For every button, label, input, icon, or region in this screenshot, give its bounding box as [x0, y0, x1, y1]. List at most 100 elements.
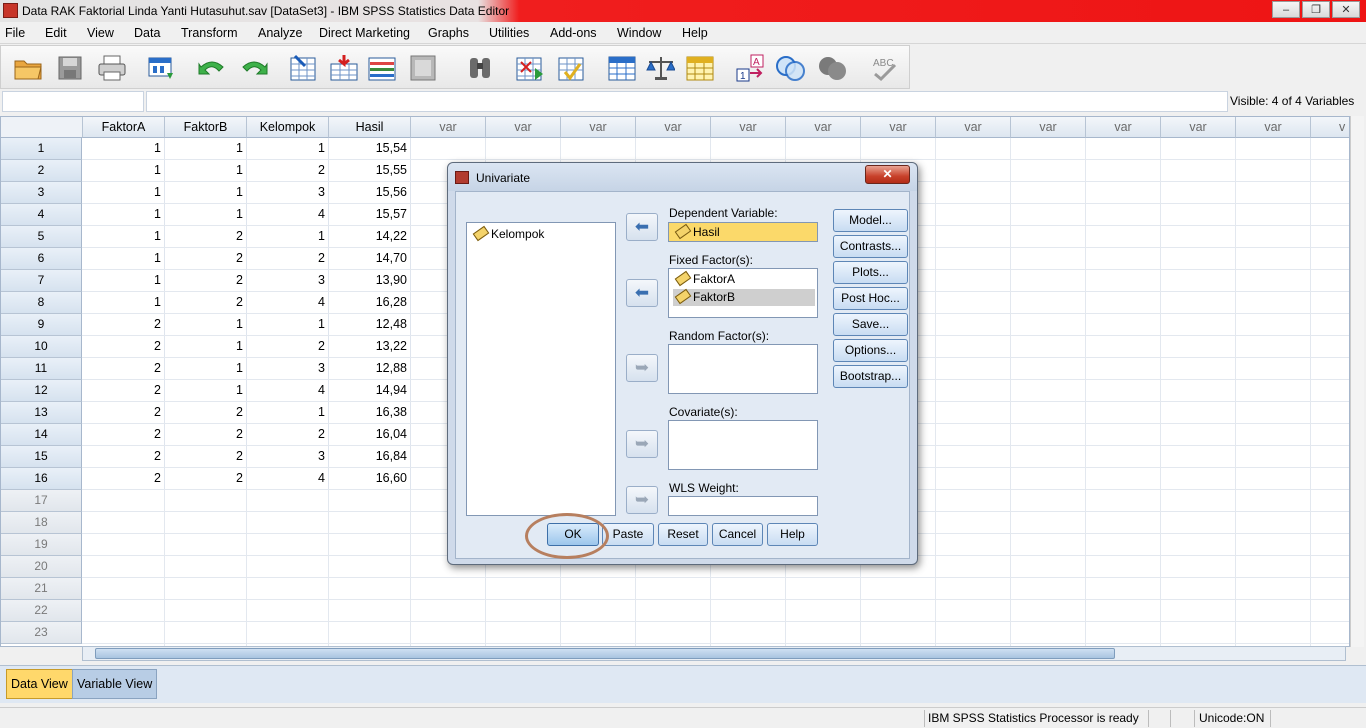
column-header-var[interactable]: var	[711, 117, 786, 138]
column-header-var[interactable]: var	[486, 117, 561, 138]
model-button[interactable]: Model...	[833, 209, 908, 232]
table-cell[interactable]: 13,90	[329, 270, 411, 292]
column-header-var[interactable]: var	[561, 117, 636, 138]
undo-icon[interactable]	[197, 53, 227, 83]
value-labels-icon[interactable]: A1	[735, 53, 765, 83]
table-cell[interactable]: 12,48	[329, 314, 411, 336]
fixed-factors-list[interactable]: FaktorA FaktorB	[668, 268, 818, 318]
table-cell[interactable]: 3	[247, 182, 329, 204]
options-button[interactable]: Options...	[833, 339, 908, 362]
menu-data[interactable]: Data	[134, 26, 160, 40]
vertical-scrollbar[interactable]	[1350, 116, 1364, 647]
source-variable-list[interactable]: Kelompok	[466, 222, 616, 516]
menu-add-ons[interactable]: Add-ons	[550, 26, 597, 40]
column-header-faktora[interactable]: FaktorA	[83, 117, 165, 138]
insert-variable-icon[interactable]	[557, 53, 587, 83]
dialog-title-bar[interactable]: Univariate ✕	[448, 163, 917, 191]
cell-reference-field[interactable]	[2, 91, 144, 112]
table-cell[interactable]: 15,57	[329, 204, 411, 226]
cancel-button[interactable]: Cancel	[712, 523, 763, 546]
table-cell[interactable]: 1	[165, 160, 247, 182]
spell-check-icon[interactable]: ABC	[871, 53, 901, 83]
table-cell[interactable]: 2	[83, 468, 165, 490]
grid-corner[interactable]	[1, 117, 83, 138]
column-header-hasil[interactable]: Hasil	[329, 117, 411, 138]
table-cell[interactable]: 1	[247, 226, 329, 248]
select-cases-icon[interactable]	[685, 53, 715, 83]
print-icon[interactable]	[97, 53, 127, 83]
row-header[interactable]: 12	[1, 380, 82, 402]
table-cell[interactable]: 16,38	[329, 402, 411, 424]
list-item[interactable]: Kelompok	[471, 225, 544, 243]
table-cell[interactable]: 1	[247, 138, 329, 160]
row-header[interactable]: 9	[1, 314, 82, 336]
row-header[interactable]: 13	[1, 402, 82, 424]
row-header[interactable]: 7	[1, 270, 82, 292]
table-cell[interactable]: 12,88	[329, 358, 411, 380]
table-cell[interactable]: 1	[83, 248, 165, 270]
table-cell[interactable]: 14,94	[329, 380, 411, 402]
row-header[interactable]: 8	[1, 292, 82, 314]
weight-cases-icon[interactable]	[645, 53, 675, 83]
post-hoc-button[interactable]: Post Hoc...	[833, 287, 908, 310]
paste-button[interactable]: Paste	[602, 523, 654, 546]
move-to-random-factor-button[interactable]: ➥	[626, 354, 658, 382]
variables-icon[interactable]	[367, 53, 397, 83]
move-to-dependent-button[interactable]: ⬅	[626, 213, 658, 241]
list-item[interactable]: FaktorA	[673, 270, 735, 288]
table-cell[interactable]: 2	[165, 468, 247, 490]
move-to-fixed-factor-button[interactable]: ⬅	[626, 279, 658, 307]
column-header-var[interactable]: var	[936, 117, 1011, 138]
table-cell[interactable]: 1	[83, 138, 165, 160]
run-descriptives-icon[interactable]	[409, 53, 439, 83]
table-cell[interactable]: 1	[165, 138, 247, 160]
table-cell[interactable]: 1	[165, 314, 247, 336]
horizontal-scrollbar[interactable]	[82, 646, 1346, 661]
show-all-variables-icon[interactable]	[817, 53, 847, 83]
help-button[interactable]: Help	[767, 523, 818, 546]
horizontal-scroll-thumb[interactable]	[95, 648, 1115, 659]
open-folder-icon[interactable]	[13, 53, 43, 83]
table-cell[interactable]: 2	[247, 424, 329, 446]
covariates-list[interactable]	[668, 420, 818, 470]
table-cell[interactable]: 3	[247, 358, 329, 380]
table-cell[interactable]: 2	[165, 446, 247, 468]
table-cell[interactable]: 2	[165, 292, 247, 314]
row-header[interactable]: 11	[1, 358, 82, 380]
column-header-var[interactable]: v	[1311, 117, 1349, 138]
minimize-button[interactable]: –	[1272, 1, 1300, 18]
table-cell[interactable]: 16,04	[329, 424, 411, 446]
row-header[interactable]: 22	[1, 600, 82, 622]
row-header[interactable]: 15	[1, 446, 82, 468]
table-cell[interactable]: 14,70	[329, 248, 411, 270]
list-item[interactable]: FaktorB	[673, 288, 815, 306]
row-header[interactable]: 4	[1, 204, 82, 226]
table-cell[interactable]: 2	[83, 380, 165, 402]
row-header[interactable]: 14	[1, 424, 82, 446]
row-header[interactable]: 10	[1, 336, 82, 358]
redo-icon[interactable]	[239, 53, 269, 83]
maximize-button[interactable]: ❐	[1302, 1, 1330, 18]
table-cell[interactable]: 2	[83, 358, 165, 380]
row-header[interactable]: 21	[1, 578, 82, 600]
table-cell[interactable]: 2	[165, 226, 247, 248]
table-cell[interactable]: 1	[83, 270, 165, 292]
menu-analyze[interactable]: Analyze	[258, 26, 302, 40]
table-cell[interactable]: 16,60	[329, 468, 411, 490]
menu-transform[interactable]: Transform	[181, 26, 238, 40]
dependent-variable-field[interactable]: Hasil	[668, 222, 818, 242]
row-header[interactable]: 5	[1, 226, 82, 248]
table-cell[interactable]: 2	[83, 336, 165, 358]
column-header-var[interactable]: var	[1161, 117, 1236, 138]
plots-button[interactable]: Plots...	[833, 261, 908, 284]
menu-view[interactable]: View	[87, 26, 114, 40]
table-cell[interactable]: 4	[247, 380, 329, 402]
table-cell[interactable]: 1	[165, 336, 247, 358]
column-header-var[interactable]: var	[1011, 117, 1086, 138]
table-cell[interactable]: 2	[83, 446, 165, 468]
table-cell[interactable]: 2	[247, 336, 329, 358]
menu-window[interactable]: Window	[617, 26, 661, 40]
table-cell[interactable]: 4	[247, 292, 329, 314]
table-cell[interactable]: 4	[247, 204, 329, 226]
table-cell[interactable]: 15,54	[329, 138, 411, 160]
